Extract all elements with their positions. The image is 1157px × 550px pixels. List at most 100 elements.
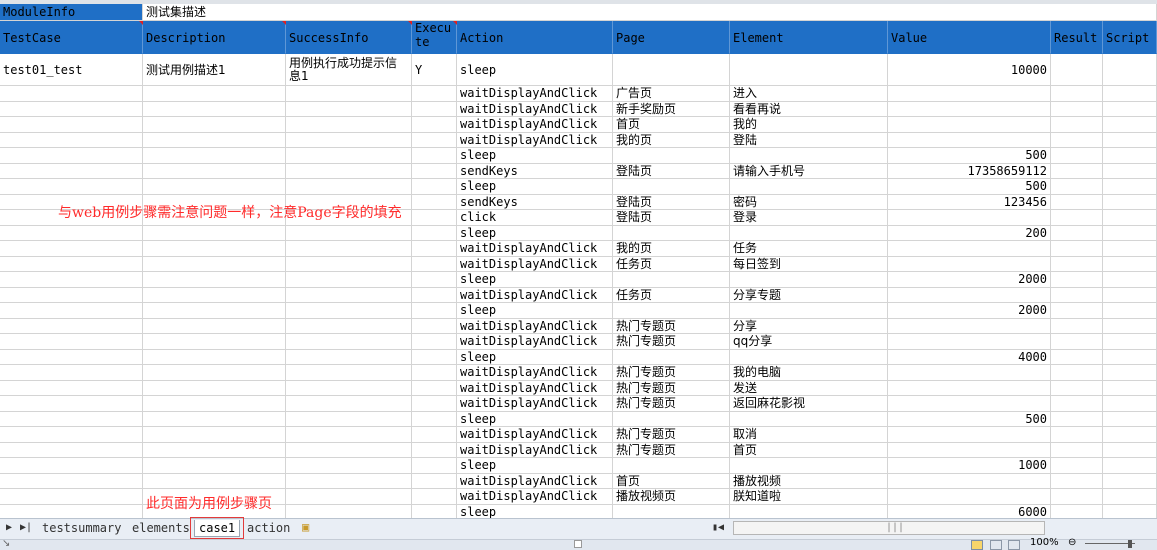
cell-result[interactable] <box>1051 132 1103 148</box>
cell-element[interactable]: 朕知道啦 <box>730 489 888 505</box>
cell-value[interactable]: 500 <box>888 179 1051 195</box>
cell-page[interactable]: 登陆页 <box>613 163 730 179</box>
cell-page[interactable]: 首页 <box>613 473 730 489</box>
cell-testcase[interactable]: test01_test <box>0 54 143 86</box>
cell-script[interactable] <box>1103 334 1157 350</box>
cell-description[interactable] <box>143 380 286 396</box>
cell-action[interactable]: waitDisplayAndClick <box>457 117 613 133</box>
cell-element[interactable] <box>730 54 888 86</box>
cell-execute[interactable] <box>412 349 457 365</box>
cell-element[interactable] <box>730 349 888 365</box>
cell-value[interactable] <box>888 334 1051 350</box>
cell-result[interactable] <box>1051 334 1103 350</box>
cell-page[interactable]: 热门专题页 <box>613 380 730 396</box>
cell-page[interactable]: 热门专题页 <box>613 334 730 350</box>
cell-description[interactable] <box>143 101 286 117</box>
cell-successinfo[interactable] <box>286 287 412 303</box>
cell-execute[interactable] <box>412 473 457 489</box>
cell-execute[interactable] <box>412 380 457 396</box>
cell-action[interactable]: sendKeys <box>457 194 613 210</box>
cell-successinfo[interactable] <box>286 318 412 334</box>
cell-action[interactable]: sendKeys <box>457 163 613 179</box>
cell-successinfo[interactable] <box>286 179 412 195</box>
cell-result[interactable] <box>1051 349 1103 365</box>
cell-script[interactable] <box>1103 473 1157 489</box>
cell-element[interactable]: 首页 <box>730 442 888 458</box>
cell-result[interactable] <box>1051 54 1103 86</box>
header-value[interactable]: Value <box>888 21 1051 54</box>
cell-page[interactable]: 登陆页 <box>613 194 730 210</box>
cell-result[interactable] <box>1051 256 1103 272</box>
cell-execute[interactable] <box>412 101 457 117</box>
cell-script[interactable] <box>1103 241 1157 257</box>
cell-script[interactable] <box>1103 163 1157 179</box>
tab-elements[interactable]: elements <box>128 520 194 536</box>
cell-value[interactable]: 123456 <box>888 194 1051 210</box>
cell-successinfo[interactable] <box>286 396 412 412</box>
cell-result[interactable] <box>1051 380 1103 396</box>
cell-description[interactable] <box>143 117 286 133</box>
cell-page[interactable] <box>613 458 730 474</box>
cell-script[interactable] <box>1103 256 1157 272</box>
cell-element[interactable]: 看看再说 <box>730 101 888 117</box>
cell-successinfo[interactable] <box>286 349 412 365</box>
cell-script[interactable] <box>1103 54 1157 86</box>
cell-value[interactable] <box>888 396 1051 412</box>
cell-description[interactable] <box>143 179 286 195</box>
cell-result[interactable] <box>1051 210 1103 226</box>
cell-page[interactable] <box>613 179 730 195</box>
cell-description[interactable]: 测试用例描述1 <box>143 54 286 86</box>
tab-scroll-last-icon[interactable]: ▶| <box>20 522 32 533</box>
cell-action[interactable]: sleep <box>457 272 613 288</box>
cell-action[interactable]: waitDisplayAndClick <box>457 132 613 148</box>
cell-execute[interactable] <box>412 194 457 210</box>
cell-element[interactable] <box>730 225 888 241</box>
cell-successinfo[interactable] <box>286 241 412 257</box>
cell-element[interactable] <box>730 504 888 518</box>
cell-successinfo[interactable] <box>286 132 412 148</box>
cell-testcase[interactable] <box>0 86 143 102</box>
cell-value[interactable] <box>888 442 1051 458</box>
cell-script[interactable] <box>1103 132 1157 148</box>
cell-page[interactable]: 首页 <box>613 117 730 133</box>
cell-element[interactable]: 发送 <box>730 380 888 396</box>
cell-testcase[interactable] <box>0 132 143 148</box>
cell-result[interactable] <box>1051 458 1103 474</box>
cell-description[interactable] <box>143 473 286 489</box>
cell-description[interactable] <box>143 132 286 148</box>
cell-successinfo[interactable] <box>286 334 412 350</box>
cell-page[interactable]: 我的页 <box>613 132 730 148</box>
cell-action[interactable]: sleep <box>457 148 613 164</box>
cell-description[interactable] <box>143 163 286 179</box>
cell-page[interactable]: 新手奖励页 <box>613 101 730 117</box>
cell-value[interactable] <box>888 473 1051 489</box>
tab-scroll-prev-icon[interactable]: ▶ <box>6 522 12 533</box>
cell-element[interactable] <box>730 179 888 195</box>
cell-description[interactable] <box>143 349 286 365</box>
cell-testcase[interactable] <box>0 101 143 117</box>
cell-page[interactable]: 播放视频页 <box>613 489 730 505</box>
cell-page[interactable]: 任务页 <box>613 256 730 272</box>
cell-execute[interactable] <box>412 241 457 257</box>
cell-description[interactable] <box>143 86 286 102</box>
cell-element[interactable] <box>730 303 888 319</box>
cell-page[interactable]: 热门专题页 <box>613 365 730 381</box>
cell-testcase[interactable] <box>0 163 143 179</box>
cell-result[interactable] <box>1051 287 1103 303</box>
cell-script[interactable] <box>1103 427 1157 443</box>
cell-result[interactable] <box>1051 303 1103 319</box>
cell-value[interactable] <box>888 117 1051 133</box>
cell-element[interactable]: 取消 <box>730 427 888 443</box>
cell-result[interactable] <box>1051 365 1103 381</box>
cell-successinfo[interactable] <box>286 504 412 518</box>
cell-element[interactable]: 我的电脑 <box>730 365 888 381</box>
cell-value[interactable] <box>888 256 1051 272</box>
cell-successinfo[interactable] <box>286 458 412 474</box>
cell-value[interactable] <box>888 210 1051 226</box>
cell-script[interactable] <box>1103 225 1157 241</box>
cell-testcase[interactable] <box>0 148 143 164</box>
cell-action[interactable]: waitDisplayAndClick <box>457 256 613 272</box>
cell-testcase[interactable] <box>0 287 143 303</box>
header-result[interactable]: Result <box>1051 21 1103 54</box>
cell-testcase[interactable] <box>0 179 143 195</box>
